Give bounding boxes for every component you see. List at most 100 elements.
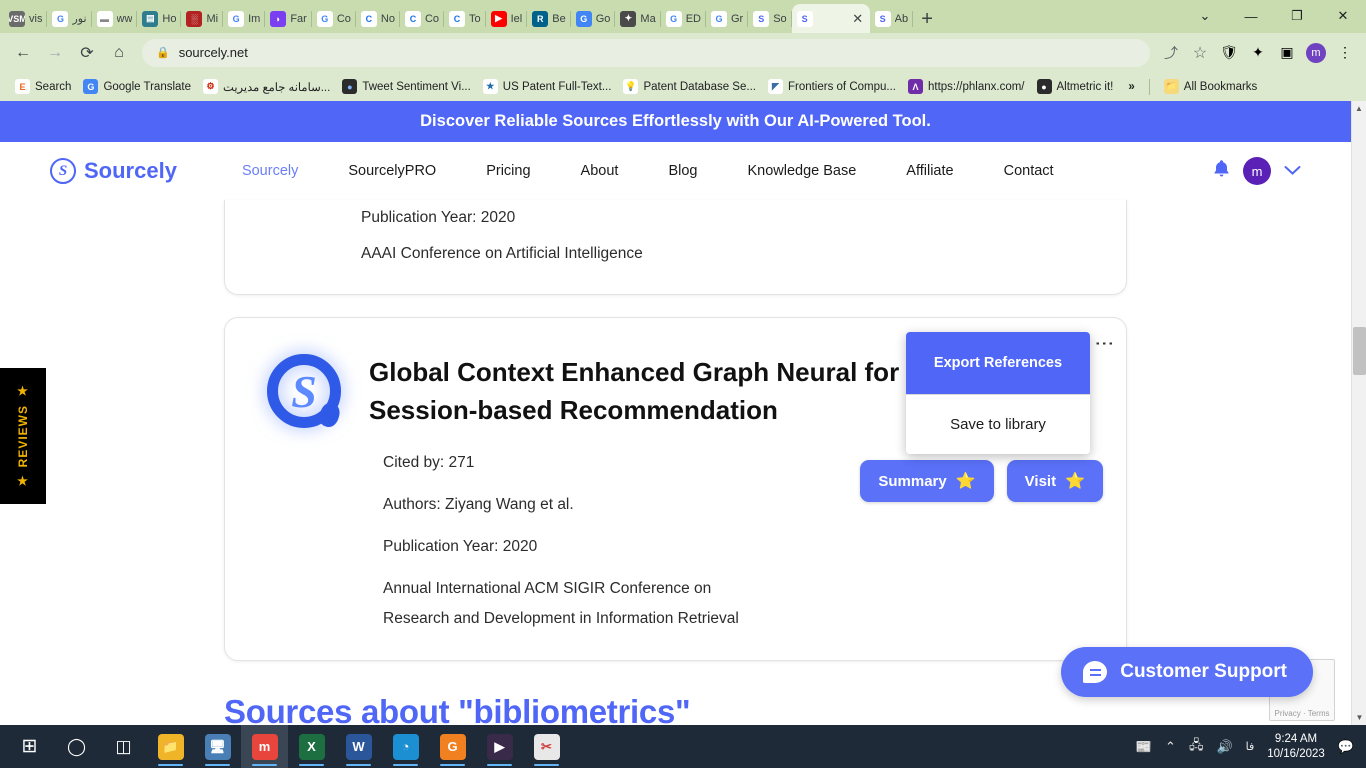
bookmark-star-icon[interactable]: ☆ (1187, 40, 1213, 66)
bookmark-item[interactable]: 💡 Patent Database Se... (617, 76, 762, 97)
browser-tab[interactable]: G Im (223, 4, 266, 33)
side-panel-icon[interactable]: ▣ (1274, 40, 1300, 66)
bookmarks-overflow-button[interactable]: » (1122, 78, 1140, 96)
bookmark-item[interactable]: ● Altmetric it! (1031, 76, 1120, 97)
shield-extension-icon[interactable]: 🛡 (1216, 40, 1242, 66)
scroll-down-arrow[interactable]: ▼ (1352, 710, 1366, 725)
browser-tab[interactable]: G Go (571, 4, 616, 33)
profile-avatar[interactable]: m (1303, 40, 1329, 66)
browser-tab[interactable]: ◗ Far (265, 4, 312, 33)
task-view-button[interactable]: ◫ (100, 725, 147, 768)
taskbar-app-file-explorer[interactable]: 📁 (147, 725, 194, 768)
network-icon[interactable]: 🖧 (1189, 736, 1204, 758)
nav-item-knowledge-base[interactable]: Knowledge Base (722, 163, 881, 179)
news-icon[interactable]: 📰 (1136, 739, 1152, 755)
browser-tab[interactable]: S Ab (870, 4, 914, 33)
show-hidden-icons-chevron[interactable]: ⌃ (1165, 739, 1176, 755)
tab-close-button[interactable]: ✕ (851, 12, 865, 25)
bookmark-item[interactable]: E Search (9, 76, 77, 97)
clock[interactable]: 9:24 AM 10/16/2023 (1267, 732, 1325, 762)
chrome-menu-icon[interactable]: ⋮ (1332, 40, 1358, 66)
nav-item-sourcely[interactable]: Sourcely (217, 163, 323, 179)
all-bookmarks-button[interactable]: 📁 All Bookmarks (1158, 76, 1264, 97)
taskbar-app-remote-desktop[interactable]: 🖥 (194, 725, 241, 768)
action-center-icon[interactable]: 💬 (1338, 739, 1354, 755)
browser-tab[interactable]: ▬ ww (92, 4, 138, 33)
home-icon[interactable]: ⌂ (104, 38, 134, 68)
browser-tab[interactable]: ▤ Ho (137, 4, 182, 33)
browser-tab[interactable]: R Be (527, 4, 571, 33)
browser-tab[interactable]: ▶ Iel (486, 4, 528, 33)
taskbar-app-media-player[interactable]: ▶ (476, 725, 523, 768)
all-bookmarks-label: All Bookmarks (1183, 80, 1258, 93)
nav-item-blog[interactable]: Blog (643, 163, 722, 179)
export-references-button[interactable]: Export References (906, 332, 1090, 394)
search-button[interactable]: ◯ (53, 725, 100, 768)
bookmark-item[interactable]: ★ US Patent Full-Text... (477, 76, 618, 97)
taskbar-app-microsoft-excel[interactable]: X (288, 725, 335, 768)
bookmark-item[interactable]: ● Tweet Sentiment Vi... (336, 76, 476, 97)
maximize-button[interactable]: ❐ (1274, 0, 1320, 32)
browser-tab[interactable]: C No (356, 4, 400, 33)
visit-button[interactable]: Visit ⭐ (1006, 460, 1103, 502)
taskbar-app-microsoft-edge[interactable]: ◔ (382, 725, 429, 768)
bookmark-item[interactable]: Λhttps://phlanx.com/ (902, 76, 1031, 97)
notification-bell-icon[interactable] (1213, 159, 1230, 184)
extensions-puzzle-icon[interactable]: ✦ (1245, 40, 1271, 66)
clock-time: 9:24 AM (1274, 732, 1318, 745)
taskbar-app-google-chrome[interactable]: m (241, 725, 288, 768)
volume-icon[interactable]: 🔊 (1216, 739, 1232, 755)
save-to-library-button[interactable]: Save to library (906, 394, 1090, 454)
taskbar-app-snipping-tool[interactable]: ✂ (523, 725, 570, 768)
summary-button[interactable]: Summary ⭐ (860, 460, 994, 502)
card-kebab-menu-icon[interactable]: ⋮ (1093, 334, 1114, 353)
bookmark-item[interactable]: G Google Translate (77, 76, 197, 97)
user-avatar[interactable]: m (1243, 157, 1271, 185)
nav-item-pricing[interactable]: Pricing (461, 163, 555, 179)
tab-title: Co (336, 12, 351, 25)
share-icon[interactable]: ⤴ (1158, 40, 1184, 66)
browser-tab[interactable]: G Gr (706, 4, 749, 33)
bookmark-item[interactable]: ⚙ سامانه جامع مدیریت... (197, 76, 336, 97)
tab-favicon: G (228, 10, 245, 27)
forward-icon[interactable]: → (40, 38, 70, 68)
close-window-button[interactable]: ✕ (1320, 0, 1366, 32)
browser-tab[interactable]: S So (748, 4, 792, 33)
nav-item-sourcelypro[interactable]: SourcelyPRO (323, 163, 461, 179)
browser-tab[interactable]: G Co (312, 4, 356, 33)
chevron-down-icon[interactable] (1284, 163, 1301, 180)
bookmark-favicon: E (15, 79, 30, 94)
browser-tab[interactable]: C Co (400, 4, 444, 33)
browser-tab[interactable]: ✦ Ma (615, 4, 661, 33)
tab-favicon: S (753, 10, 770, 27)
nav-item-contact[interactable]: Contact (979, 163, 1079, 179)
sources-link-bibliometrics[interactable]: Sources about "bibliometrics" (224, 693, 1127, 725)
tab-favicon: ▶ (490, 10, 507, 27)
taskbar-app-pdf-reader[interactable]: G (429, 725, 476, 768)
browser-tab[interactable]: S ✕ (791, 4, 870, 33)
address-bar[interactable]: 🔒 sourcely.net (142, 38, 1150, 67)
customer-support-button[interactable]: Customer Support (1061, 647, 1313, 697)
reload-icon[interactable]: ⟳ (72, 38, 102, 68)
new-tab-button[interactable]: + (913, 5, 941, 33)
brand-logo[interactable]: S Sourcely (50, 158, 177, 184)
browser-tab[interactable]: G ED (661, 4, 706, 33)
browser-tab[interactable]: G نور (47, 4, 92, 33)
browser-tab[interactable]: C To (444, 4, 486, 33)
minimize-button[interactable]: — (1228, 0, 1274, 32)
scroll-up-arrow[interactable]: ▲ (1352, 101, 1366, 116)
page-scrollbar[interactable]: ▲ ▼ (1351, 101, 1366, 725)
back-icon[interactable]: ← (8, 38, 38, 68)
language-indicator[interactable]: فا (1246, 740, 1255, 753)
nav-item-about[interactable]: About (556, 163, 644, 179)
start-button[interactable]: ⊞ (6, 725, 53, 768)
scrollbar-thumb[interactable] (1353, 327, 1366, 375)
taskbar-app-microsoft-word[interactable]: W (335, 725, 382, 768)
reviews-side-tab[interactable]: ★ REVIEWS ★ (0, 368, 46, 504)
bookmark-item[interactable]: ◤ Frontiers of Compu... (762, 76, 902, 97)
browser-tab[interactable]: ░ Mi (181, 4, 223, 33)
bookmarks-bar: E Search G Google Translate ⚙ سامانه جامع مدی… (0, 72, 1366, 101)
browser-tab[interactable]: VSM vis (4, 4, 48, 33)
nav-item-affiliate[interactable]: Affiliate (881, 163, 978, 179)
tab-search-icon[interactable]: ⌄ (1182, 0, 1228, 32)
